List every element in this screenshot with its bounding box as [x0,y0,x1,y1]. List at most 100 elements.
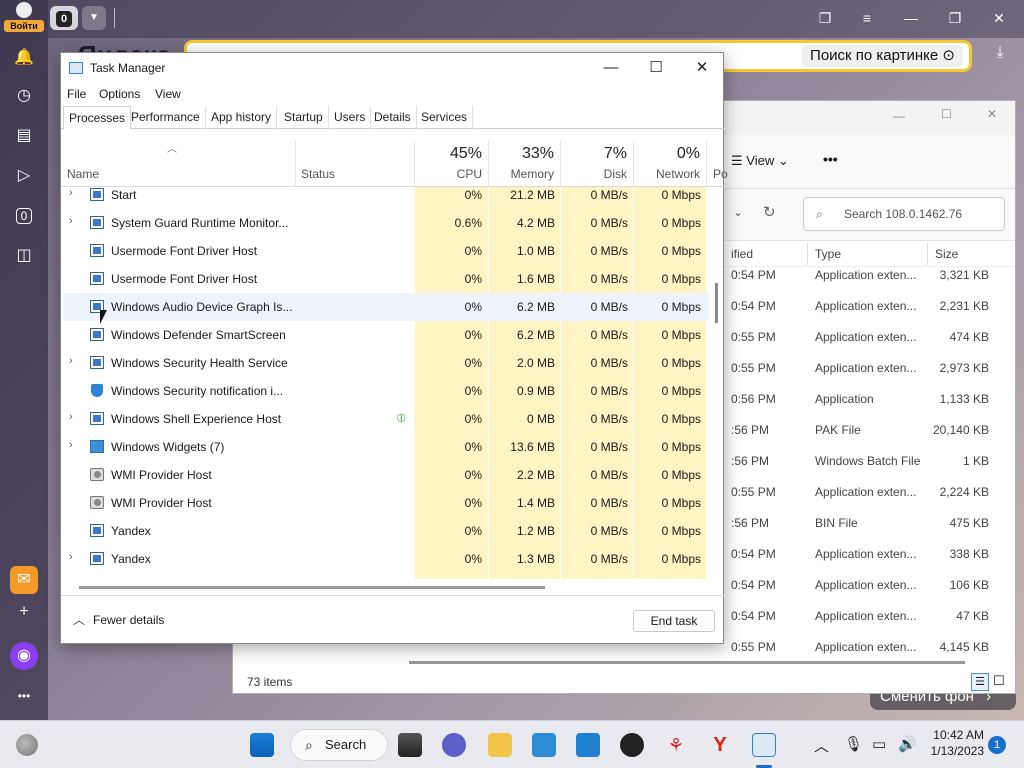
tab-services[interactable]: Services [416,106,474,129]
restore-icon[interactable]: ❐ [940,6,970,30]
microsoft-store-icon[interactable] [532,733,556,757]
yandex-icon[interactable]: Y [708,733,732,757]
more-options-button[interactable]: ••• [823,151,838,167]
menu-view[interactable]: View [155,87,181,101]
process-row[interactable]: › Yandex 0% 1.3 MB 0 MB/s 0 Mbps [61,545,725,573]
process-row[interactable]: WMI Provider Host 0% 2.2 MB 0 MB/s 0 Mbps [61,461,725,489]
column-date-modified[interactable]: ified [731,247,753,261]
file-type: BIN File [815,516,858,530]
task-view-icon[interactable] [398,733,422,757]
process-row[interactable]: › Start 0% 21.2 MB 0 MB/s 0 Mbps [61,187,725,209]
mail-icon[interactable]: ✉ [10,566,38,594]
minimize-icon[interactable]: — [588,53,634,83]
end-task-button[interactable]: End task [633,610,715,632]
counter-badge[interactable]: 0 [10,202,38,230]
column-memory[interactable]: 33% Memory [489,141,561,187]
process-row[interactable]: Usermode Font Driver Host 0% 1.0 MB 0 MB/s 0… [61,237,725,265]
expand-chevron-icon[interactable]: › [69,411,73,423]
column-size[interactable]: Size [935,247,958,261]
view-button[interactable]: ☰ View ⌄ [731,153,789,169]
menu-options[interactable]: Options [99,87,140,101]
explorer-search-input[interactable]: ⌕ Search 108.0.1462.76 [803,197,1005,231]
notification-badge[interactable]: 1 [988,736,1006,754]
image-search-button[interactable]: Поиск по картинке ⊙ [802,45,963,67]
media-player-icon[interactable] [620,733,644,757]
close-icon[interactable]: ✕ [679,53,725,83]
process-row[interactable]: Usermode Font Driver Host 0% 1.6 MB 0 MB/s 0… [61,265,725,293]
close-icon[interactable]: ✕ [987,107,997,121]
menu-file[interactable]: File [67,87,86,101]
weather-icon[interactable] [16,734,38,756]
process-row[interactable]: WMI Provider Host 0% 1.4 MB 0 MB/s 0 Mbps [61,489,725,517]
column-disk[interactable]: 7% Disk [561,141,634,187]
chat-icon[interactable] [442,733,466,757]
tab-count-button[interactable]: 0 [50,6,78,30]
process-row[interactable]: Windows Defender SmartScreen 0% 6.2 MB 0 MB… [61,321,725,349]
process-row[interactable]: Windows Security notification i... 0% 0.9 … [61,377,725,405]
explorer-scrollbar[interactable] [409,661,965,664]
monitor-icon[interactable]: ▭ [872,735,886,753]
tab-startup[interactable]: Startup [279,106,329,129]
alice-icon[interactable]: ◉ [10,642,38,670]
tab-processes[interactable]: Processes [63,106,132,130]
expand-chevron-icon[interactable]: › [69,439,73,451]
expand-chevron-icon[interactable]: › [69,215,73,227]
column-cpu[interactable]: 45% CPU [415,141,489,187]
process-row[interactable]: › Windows Security Health Service 0% 2.0 MB… [61,349,725,377]
column-status[interactable]: Status [296,141,415,187]
screenshot-icon[interactable]: ◫ [10,242,38,270]
add-icon[interactable]: + [10,598,38,626]
more-icon[interactable]: ••• [10,682,38,710]
login-button[interactable]: Войти [4,2,44,36]
bell-icon[interactable]: 🔔 [10,44,38,72]
taskbar-search-button[interactable]: ⌕ Search [290,729,388,761]
process-row[interactable]: › System Guard Runtime Monitor... 0.6% 4.2 … [61,209,725,237]
expand-chevron-icon[interactable]: › [69,187,73,199]
volume-icon[interactable]: 🔊 [898,735,917,753]
tab-details[interactable]: Details [369,106,417,129]
collections-icon[interactable]: ▤ [10,122,38,150]
yandex-browser-icon[interactable]: ⚘ [664,733,688,757]
minimize-icon[interactable]: — [896,6,926,30]
expand-chevron-icon[interactable]: › [69,355,73,367]
download-icon[interactable]: ⤓ [988,44,1012,62]
microphone-icon[interactable]: 🎙 [844,735,863,753]
play-icon[interactable]: ▷ [10,162,38,190]
mail-icon[interactable] [576,733,600,757]
file-type: Application exten... [815,640,917,654]
chevron-up-icon[interactable]: ︿ [814,735,829,756]
minimize-icon[interactable]: — [893,109,905,123]
chevron-down-icon[interactable]: ▼ [82,6,106,30]
process-row[interactable]: › Windows Widgets (7) 0% 13.6 MB 0 MB/s 0 Mbp… [61,433,725,461]
fewer-details-button[interactable]: ︿ Fewer details [73,611,164,628]
start-button[interactable] [250,733,274,757]
column-type[interactable]: Type [815,247,841,261]
horizontal-scrollbar[interactable] [79,586,545,589]
expand-chevron-icon[interactable]: › [69,551,73,563]
history-icon[interactable]: ◷ [10,82,38,110]
process-row[interactable]: › Windows Shell Experience Host ⦶ 0% 0 MB 0 M… [61,405,725,433]
details-view-icon[interactable]: ☰ [971,673,989,691]
column-power[interactable]: Po [707,141,728,187]
close-icon[interactable]: ✕ [984,6,1014,30]
maximize-icon[interactable]: ☐ [633,53,679,83]
menu-icon[interactable]: ≡ [852,6,882,30]
column-name[interactable]: ︿ Name [61,141,296,187]
task-manager-taskbar-icon[interactable] [752,733,776,757]
column-network[interactable]: 0% Network [634,141,707,187]
bookmarks-icon[interactable]: ❐ [810,6,840,30]
refresh-icon[interactable]: ↻ [763,203,776,221]
tab-app-history[interactable]: App history [206,106,278,129]
maximize-icon[interactable]: ☐ [941,107,952,121]
chevron-down-icon[interactable]: ⌄ [733,205,743,219]
clock[interactable]: 10:42 AM 1/13/2023 [926,727,984,759]
task-manager-titlebar[interactable]: Task Manager — ☐ ✕ [61,53,725,83]
file-explorer-icon[interactable] [488,733,512,757]
file-modified: 0:55 PM [731,485,776,499]
process-row[interactable]: Yandex 0% 1.2 MB 0 MB/s 0 Mbps [61,517,725,545]
tab-users[interactable]: Users [329,106,372,129]
tab-performance[interactable]: Performance [126,106,206,129]
tiles-view-icon[interactable]: ☐ [993,673,1005,689]
process-row[interactable]: Windows Audio Device Graph Is... 0% 6.2 MB… [61,293,725,321]
vertical-scrollbar[interactable] [715,283,718,323]
